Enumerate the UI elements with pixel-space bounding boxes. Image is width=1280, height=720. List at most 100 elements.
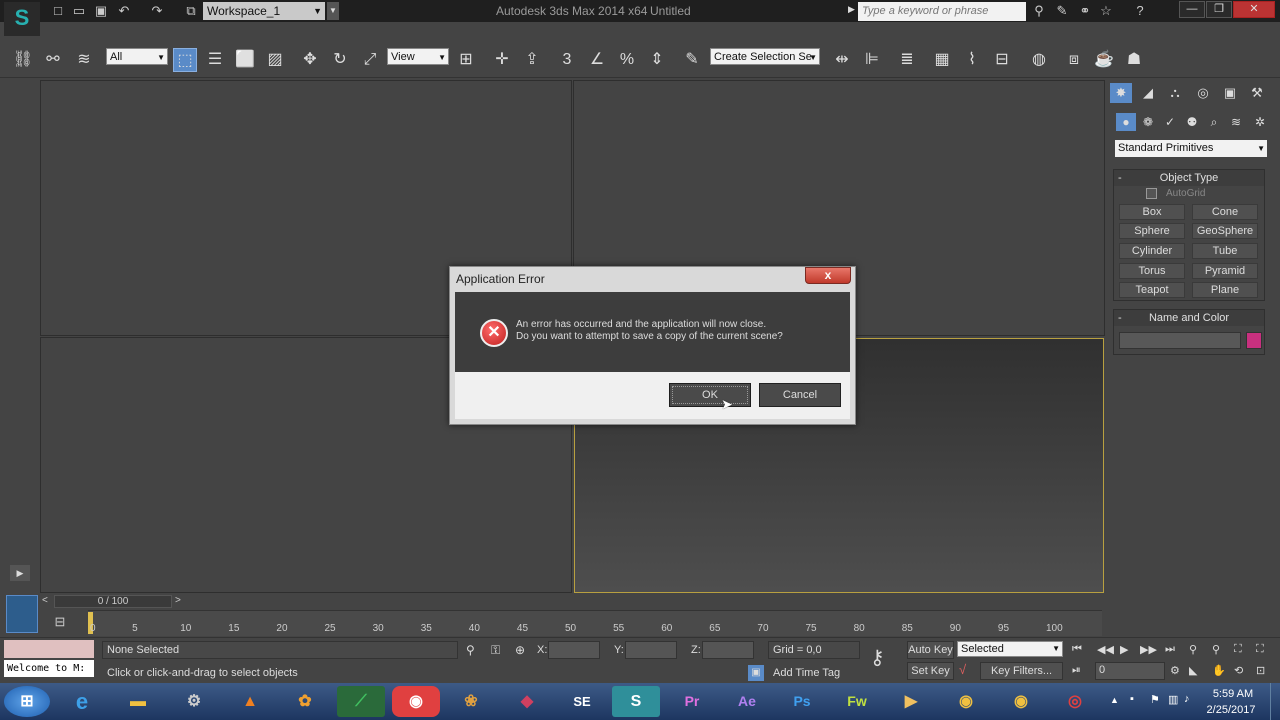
curve-editor-icon[interactable]: ⌇ xyxy=(960,48,984,72)
autogrid-checkbox[interactable] xyxy=(1146,188,1157,199)
key-filters-button[interactable]: Key Filters... xyxy=(980,662,1063,680)
space-warps-icon[interactable]: ≋ xyxy=(1226,113,1246,131)
current-frame-input[interactable] xyxy=(1095,662,1165,680)
rectangular-selection-icon[interactable]: ⬜ xyxy=(233,48,257,72)
lock-selection-icon[interactable]: ⚿ xyxy=(491,643,500,658)
modify-tab-icon[interactable]: ◢ xyxy=(1137,83,1159,103)
next-frame-icon[interactable]: ▶▶ xyxy=(1140,643,1157,656)
add-time-tag[interactable]: Add Time Tag xyxy=(773,667,840,679)
app-4-icon[interactable]: ⚙ xyxy=(170,686,218,717)
app-10-icon[interactable]: ◆ xyxy=(503,686,551,717)
key-mode-toggle-icon[interactable]: ⏯ xyxy=(1072,664,1081,677)
play-expand-icon[interactable]: ▶ xyxy=(10,565,30,581)
angle-snap-icon[interactable]: ∠ xyxy=(585,48,609,72)
file-explorer-icon[interactable]: ▬ xyxy=(114,686,162,717)
utilities-tab-icon[interactable]: ⚒ xyxy=(1246,83,1268,103)
fireworks-icon[interactable]: Fw xyxy=(833,686,881,717)
pan-icon[interactable]: ✋ xyxy=(1212,664,1226,677)
spinner-snap-icon[interactable]: ⇕ xyxy=(645,48,669,72)
viewport-layout-icon[interactable] xyxy=(6,595,38,633)
object-color-swatch[interactable] xyxy=(1246,332,1262,349)
workspace-dropdown[interactable]: Workspace_1 ▼ xyxy=(203,2,325,20)
photoshop-icon[interactable]: Ps xyxy=(778,686,826,717)
select-manipulate-icon[interactable]: ✛ xyxy=(490,48,514,72)
new-file-icon[interactable]: □ xyxy=(49,3,67,19)
minimize-button[interactable]: — xyxy=(1179,1,1205,18)
ok-button[interactable]: OK xyxy=(669,383,751,407)
geometry-icon[interactable]: ● xyxy=(1116,113,1136,131)
key-mode-dropdown[interactable]: Selected ▼ xyxy=(957,641,1063,657)
set-key-button[interactable]: Set Key xyxy=(907,662,954,680)
reference-coord-dropdown[interactable]: View ▼ xyxy=(387,48,449,65)
pyramid-button[interactable]: Pyramid xyxy=(1192,263,1258,279)
chrome-icon[interactable]: ◉ xyxy=(942,686,990,717)
internet-explorer-icon[interactable]: e xyxy=(58,686,106,717)
object-type-header[interactable]: - Object Type xyxy=(1114,170,1264,186)
save-icon[interactable]: ▣ xyxy=(92,3,110,19)
premiere-icon[interactable]: Pr xyxy=(668,686,716,717)
create-tab-icon[interactable]: ✸ xyxy=(1110,83,1132,103)
time-tag-icon[interactable]: ▣ xyxy=(748,665,764,681)
keyboard-shortcut-override-icon[interactable]: ⇪ xyxy=(520,48,544,72)
tools-icon[interactable]: ✎ xyxy=(1053,3,1071,19)
display-tab-icon[interactable]: ▣ xyxy=(1219,83,1241,103)
unlink-icon[interactable]: ⚯ xyxy=(41,48,65,72)
hierarchy-tab-icon[interactable]: ⛬ xyxy=(1164,83,1186,103)
show-desktop-button[interactable] xyxy=(1270,683,1280,720)
app-20-icon[interactable]: ◎ xyxy=(1051,686,1099,717)
time-slider-thumb[interactable]: 0 / 100 xyxy=(54,595,172,608)
x-coordinate-input[interactable] xyxy=(548,641,600,659)
play-icon[interactable]: ▶ xyxy=(1120,643,1128,656)
zoom-icon[interactable]: ⚲ xyxy=(1189,643,1197,656)
favorites-star-icon[interactable]: ☆ xyxy=(1097,3,1115,19)
tray-expand-icon[interactable]: ▲ xyxy=(1110,695,1119,705)
sketchup-icon[interactable]: ⟋ xyxy=(337,686,385,717)
close-window-button[interactable]: ✕ xyxy=(1233,1,1275,18)
bind-space-warp-icon[interactable]: ≋ xyxy=(72,48,96,72)
edit-named-selection-icon[interactable]: ✎ xyxy=(680,48,704,72)
rotate-icon[interactable]: ↻ xyxy=(328,48,352,72)
rendered-frame-window-icon[interactable]: ☕ xyxy=(1092,48,1116,72)
box-button[interactable]: Box xyxy=(1119,204,1185,220)
go-to-end-icon[interactable]: ⏭ xyxy=(1165,643,1175,656)
undo-icon[interactable]: ↶ xyxy=(115,3,133,19)
material-editor-icon[interactable]: ◍ xyxy=(1027,48,1051,72)
category-dropdown[interactable]: Standard Primitives ▼ xyxy=(1115,140,1267,157)
fl-studio-icon[interactable]: ✿ xyxy=(281,686,329,717)
window-crossing-icon[interactable]: ▨ xyxy=(263,48,287,72)
teapot-button[interactable]: Teapot xyxy=(1119,282,1185,298)
pivot-point-icon[interactable]: ⊞ xyxy=(454,48,478,72)
render-production-icon[interactable]: ☗ xyxy=(1122,48,1146,72)
mini-curve-editor-icon[interactable]: ⊟ xyxy=(50,614,70,632)
app-8-icon[interactable]: ◉ xyxy=(392,686,440,717)
zoom-extents-all-icon[interactable]: ⛶ xyxy=(1256,643,1264,656)
zoom-all-icon[interactable]: ⚲ xyxy=(1212,643,1220,656)
absolute-mode-icon[interactable]: ⊕ xyxy=(515,643,525,657)
cylinder-button[interactable]: Cylinder xyxy=(1119,243,1185,259)
scene-explorer-icon[interactable]: ▦ xyxy=(930,48,954,72)
vlc-icon[interactable]: ▲ xyxy=(226,686,274,717)
project-folder-icon[interactable]: ⧉ xyxy=(182,3,200,19)
selection-filter-dropdown[interactable]: All ▼ xyxy=(106,48,168,65)
mirror-icon[interactable]: ⇹ xyxy=(830,48,854,72)
plane-button[interactable]: Plane xyxy=(1192,282,1258,298)
tube-button[interactable]: Tube xyxy=(1192,243,1258,259)
go-to-start-icon[interactable]: ⏮ xyxy=(1072,643,1082,656)
link-icon[interactable]: ⛓ xyxy=(11,48,35,72)
key-icon[interactable]: ⚷ xyxy=(870,645,885,670)
cone-button[interactable]: Cone xyxy=(1192,204,1258,220)
render-setup-icon[interactable]: ⧈ xyxy=(1062,48,1086,72)
windows-start-icon[interactable]: ⊞ xyxy=(4,686,50,717)
time-slider-prev[interactable]: < xyxy=(42,595,48,606)
clock-time[interactable]: 5:59 AM xyxy=(1205,688,1261,700)
app-9-icon[interactable]: ❀ xyxy=(447,686,495,717)
redo-icon[interactable]: ↷ xyxy=(148,3,166,19)
cameras-icon[interactable]: ⚉ xyxy=(1182,113,1202,131)
after-effects-icon[interactable]: Ae xyxy=(723,686,771,717)
previous-frame-icon[interactable]: ◀◀ xyxy=(1097,643,1114,656)
time-configuration-icon[interactable]: ⚙ xyxy=(1170,664,1180,677)
3ds-max-icon[interactable]: S xyxy=(612,686,660,717)
scale-icon[interactable]: ⤢ xyxy=(358,48,382,72)
object-name-input[interactable] xyxy=(1119,332,1241,349)
name-and-color-header[interactable]: - Name and Color xyxy=(1114,310,1264,326)
